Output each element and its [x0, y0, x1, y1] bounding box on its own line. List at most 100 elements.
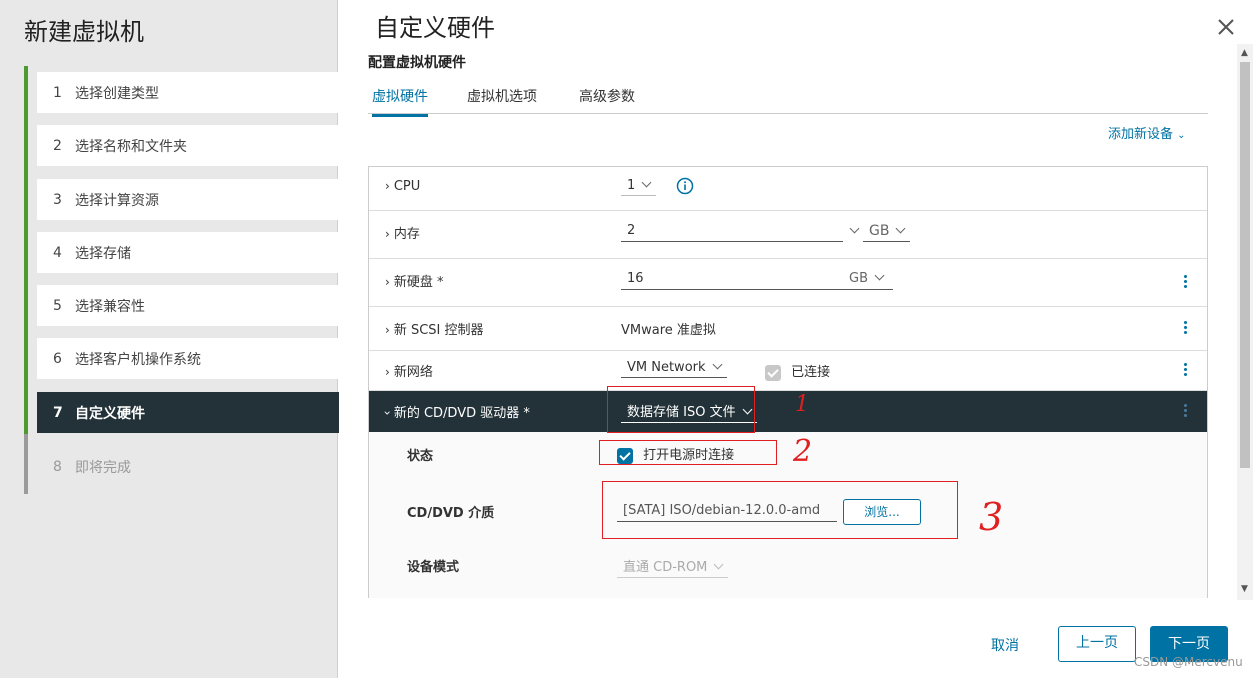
- tab-advanced-params[interactable]: 高级参数: [579, 86, 635, 114]
- cancel-button[interactable]: 取消: [991, 635, 1019, 655]
- network-connected[interactable]: 已连接: [765, 361, 830, 381]
- memory-unit-select[interactable]: GB: [863, 223, 911, 242]
- chevron-right-icon[interactable]: ›: [385, 227, 390, 241]
- hw-row-scsi[interactable]: › 新 SCSI 控制器 VMware 准虚拟: [369, 307, 1207, 351]
- chevron-right-icon[interactable]: ›: [385, 365, 390, 379]
- cddvd-status-row: 状态 打开电源时连接: [369, 432, 1207, 474]
- hw-cpu-label-wrap: › CPU: [385, 179, 420, 194]
- chevron-down-icon: [896, 223, 906, 234]
- page-title: 自定义硬件: [375, 14, 495, 42]
- chevron-down-icon[interactable]: [849, 223, 860, 234]
- connected-checkbox[interactable]: [765, 364, 781, 381]
- device-mode-value: 直通 CD-ROM: [623, 560, 708, 575]
- hw-memory-label-wrap: › 内存: [385, 223, 420, 242]
- chevron-right-icon[interactable]: ›: [385, 179, 390, 193]
- chevron-down-icon: ⌄: [1177, 130, 1186, 141]
- disk-unit-select[interactable]: GB: [849, 270, 885, 286]
- disk-size-value: 16: [627, 271, 644, 286]
- chevron-right-icon[interactable]: ›: [385, 275, 390, 289]
- wizard-step-6[interactable]: 6 选择客户机操作系统: [37, 338, 342, 379]
- scrollbar-thumb[interactable]: [1240, 62, 1250, 468]
- wizard-steps: 1 选择创建类型 2 选择名称和文件夹 3 选择计算资源 4 选择存储 5 选择…: [24, 66, 342, 494]
- chevron-down-icon[interactable]: ›: [380, 411, 394, 416]
- wizard-step-4[interactable]: 4 选择存储: [37, 232, 342, 273]
- info-icon[interactable]: [676, 177, 694, 195]
- hw-row-memory[interactable]: › 内存 2 GB: [369, 211, 1207, 259]
- memory-unit: GB: [869, 223, 890, 239]
- watermark: CSDN @Mercvenu: [1134, 655, 1243, 669]
- wizard-step-2[interactable]: 2 选择名称和文件夹: [37, 125, 342, 166]
- cpu-select[interactable]: 1: [621, 177, 657, 196]
- memory-input[interactable]: 2: [621, 223, 843, 242]
- memory-value: 2: [627, 223, 636, 238]
- step-label: 即将完成: [75, 459, 131, 476]
- media-label: CD/DVD 介质: [407, 506, 495, 521]
- add-device-label: 添加新设备: [1108, 127, 1174, 142]
- network-value: VM Network: [627, 360, 706, 375]
- network-select[interactable]: VM Network: [621, 359, 727, 378]
- step-label: 自定义硬件: [75, 405, 145, 422]
- annotation-mark-3: 3: [979, 495, 1004, 539]
- step-label: 选择创建类型: [75, 85, 159, 102]
- tab-bar: 虚拟硬件 虚拟机选项 高级参数: [368, 78, 1208, 117]
- status-label: 状态: [407, 449, 434, 464]
- step-number: 7: [53, 404, 63, 421]
- disk-size-input[interactable]: 16 GB: [621, 270, 893, 290]
- tab-vm-options[interactable]: 虚拟机选项: [467, 86, 537, 114]
- hw-network-label: 新网络: [393, 365, 433, 380]
- hw-cpu-label: CPU: [393, 179, 421, 194]
- main-panel: 自定义硬件 配置虚拟机硬件 虚拟硬件 虚拟机选项 高级参数 添加新设备 ⌄ › C…: [339, 0, 1258, 678]
- device-mode-select[interactable]: 直通 CD-ROM: [617, 556, 729, 578]
- hw-scsi-label-wrap: › 新 SCSI 控制器: [385, 319, 484, 338]
- tab-virtual-hardware[interactable]: 虚拟硬件: [372, 86, 428, 117]
- cddvd-device-mode-row: 设备模式 直通 CD-ROM: [369, 544, 1207, 598]
- add-device-dropdown[interactable]: 添加新设备 ⌄: [1108, 123, 1186, 142]
- wizard-step-3[interactable]: 3 选择计算资源: [37, 179, 342, 220]
- scroll-down-icon[interactable]: ▼: [1241, 584, 1249, 594]
- scsi-value: VMware 准虚拟: [621, 323, 716, 338]
- step-label: 选择存储: [75, 245, 131, 262]
- step-label: 选择客户机操作系统: [75, 351, 201, 368]
- hw-cddvd-label: 新的 CD/DVD 驱动器 *: [393, 406, 530, 421]
- disk-unit: GB: [849, 271, 868, 286]
- hw-row-cddvd[interactable]: ›新的 CD/DVD 驱动器 * 数据存储 ISO 文件: [369, 391, 1207, 432]
- page-subtitle: 配置虚拟机硬件: [368, 55, 466, 71]
- hw-memory-label: 内存: [393, 227, 420, 242]
- scrollbar[interactable]: ▲ ▼: [1237, 44, 1253, 600]
- step-number: 2: [53, 137, 62, 154]
- scroll-up-icon[interactable]: ▲: [1241, 48, 1249, 58]
- more-vertical-icon[interactable]: [1177, 361, 1193, 381]
- annotation-mark-2: 2: [793, 434, 813, 469]
- annotation-mark-1: 1: [795, 392, 809, 417]
- more-vertical-icon[interactable]: [1177, 402, 1193, 422]
- wizard-step-1[interactable]: 1 选择创建类型: [37, 72, 342, 113]
- step-number: 5: [53, 297, 62, 314]
- connected-label: 已连接: [791, 365, 831, 380]
- close-icon[interactable]: [1215, 16, 1237, 38]
- annotation-box-3: [602, 481, 958, 539]
- chevron-down-icon: [713, 559, 724, 570]
- step-number: 1: [53, 84, 62, 101]
- wizard-title: 新建虚拟机: [24, 18, 144, 46]
- step-number: 8: [53, 458, 62, 475]
- wizard-step-5[interactable]: 5 选择兼容性: [37, 285, 342, 326]
- chevron-down-icon: [712, 359, 722, 370]
- step-label: 选择名称和文件夹: [75, 138, 187, 155]
- hw-cddvd-label-wrap: ›新的 CD/DVD 驱动器 *: [380, 402, 530, 421]
- more-vertical-icon[interactable]: [1177, 273, 1193, 293]
- step-number: 4: [53, 244, 62, 261]
- wizard-sidebar: 新建虚拟机 1 选择创建类型 2 选择名称和文件夹 3 选择计算资源 4 选择存…: [0, 0, 342, 678]
- previous-button[interactable]: 上一页: [1058, 626, 1136, 662]
- more-vertical-icon[interactable]: [1177, 319, 1193, 339]
- hw-row-cpu[interactable]: › CPU 1: [369, 167, 1207, 211]
- device-mode-label: 设备模式: [407, 560, 460, 575]
- chevron-right-icon[interactable]: ›: [385, 323, 390, 337]
- hw-disk-label-wrap: › 新硬盘 *: [385, 271, 443, 290]
- step-number: 3: [53, 191, 62, 208]
- wizard-progress-tail: [24, 434, 28, 494]
- hw-row-disk[interactable]: › 新硬盘 * 16 GB: [369, 259, 1207, 307]
- wizard-step-7[interactable]: 7 自定义硬件: [37, 392, 342, 433]
- chevron-down-icon: [641, 177, 652, 188]
- wizard-step-8: 8 即将完成: [37, 446, 342, 487]
- hw-row-network[interactable]: › 新网络 VM Network 已连接: [369, 351, 1207, 391]
